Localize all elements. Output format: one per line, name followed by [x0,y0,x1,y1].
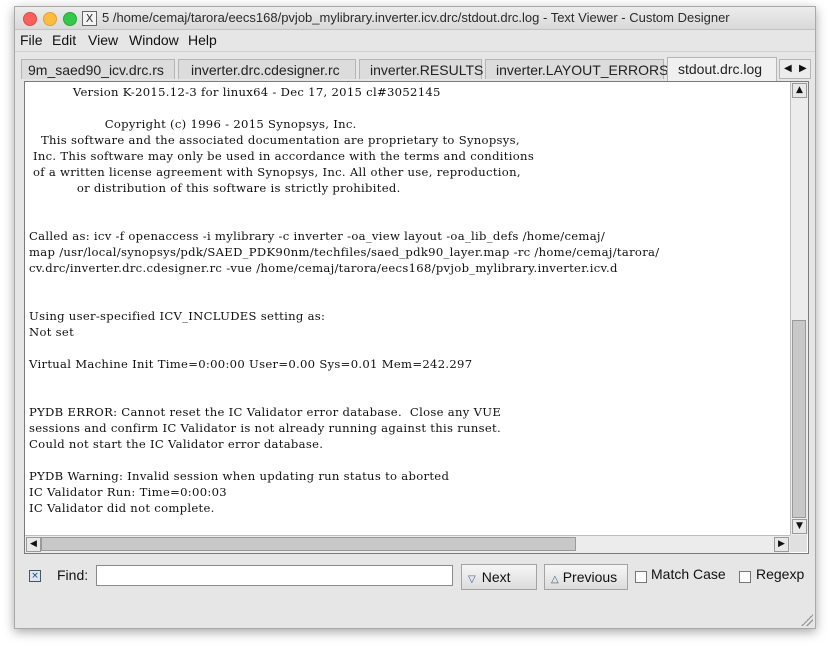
tab-saed90-icv-drc-rs[interactable]: 9m_saed90_icv.drc.rs [21,59,175,79]
scroll-down-icon[interactable]: ▼ [792,519,807,534]
close-find-icon[interactable]: × [29,570,41,582]
scroll-left-icon[interactable]: ◀ [26,537,41,552]
menu-window[interactable]: Window [129,32,179,48]
log-line: sessions and confirm IC Validator is not… [29,421,501,435]
chevron-down-icon: ▽ [468,574,476,585]
x11-app-icon: X [82,11,97,26]
log-line: Called as: icv -f openaccess -i mylibrar… [29,229,606,243]
chevron-up-icon: △ [551,574,559,585]
tab-inverter-drc-cdesigner-rc[interactable]: inverter.drc.cdesigner.rc [178,59,356,79]
menu-view[interactable]: View [88,32,118,48]
log-line: Using user-specified ICV_INCLUDES settin… [29,309,326,323]
menu-file[interactable]: File [20,32,43,48]
log-line: cv.drc/inverter.drc.cdesigner.rc -vue /h… [29,261,618,275]
next-button-label: Next [481,569,511,585]
vertical-scroll-thumb[interactable] [792,320,806,518]
log-line: Virtual Machine Init Time=0:00:00 User=0… [29,357,473,371]
log-line: This software and the associated documen… [29,133,520,147]
tab-scroll-right-icon[interactable]: ▶ [799,63,807,74]
scroll-up-icon[interactable]: ▲ [792,83,807,98]
file-tab-bar: 9m_saed90_icv.drc.rs inverter.drc.cdesig… [21,57,811,81]
log-line: PYDB Warning: Invalid session when updat… [29,469,450,483]
horizontal-scrollbar[interactable]: ◀ ▶ [25,535,790,553]
log-line: or distribution of this software is stri… [29,181,401,195]
resize-grip-icon[interactable] [801,614,813,626]
log-line: Inc. This software may only be used in a… [29,149,535,163]
tab-inverter-results[interactable]: inverter.RESULTS [359,59,483,79]
find-bar: × Find: ▽ Next △ Previous Match Case Regex… [15,555,815,595]
next-button[interactable]: ▽ Next [461,564,537,590]
horizontal-scroll-thumb[interactable] [41,537,576,551]
find-input[interactable] [96,565,453,586]
log-line: PYDB ERROR: Cannot reset the IC Validato… [29,405,502,419]
log-line: map /usr/local/synopsys/pdk/SAED_PDK90nm… [29,245,660,259]
scrollbar-corner [790,535,807,552]
menu-help[interactable]: Help [188,32,217,48]
tab-inverter-layout-errors[interactable]: inverter.LAYOUT_ERRORS [485,59,668,79]
log-line: Version K-2015.12-3 for linux64 - Dec 17… [29,85,441,99]
match-case-checkbox[interactable] [635,571,647,583]
vertical-scrollbar[interactable]: ▲ ▼ [790,82,808,535]
log-text-panel: Version K-2015.12-3 for linux64 - Dec 17… [24,81,809,554]
window-title: 5 /home/cemaj/tarora/eecs168/pvjob_mylib… [102,10,730,25]
tab-stdout-drc-log[interactable]: stdout.drc.log [667,57,777,81]
match-case-label[interactable]: Match Case [651,566,726,582]
previous-button[interactable]: △ Previous [544,564,628,590]
log-line: Not set [29,325,75,339]
menu-bar: File Edit View Window Help [15,29,815,52]
log-text-area[interactable]: Version K-2015.12-3 for linux64 - Dec 17… [25,82,790,535]
log-line: Could not start the IC Validator error d… [29,437,324,451]
close-window-button[interactable] [23,12,37,26]
log-line: IC Validator Run: Time=0:00:03 [29,485,227,499]
log-line: IC Validator did not complete. [29,501,215,515]
scroll-right-icon[interactable]: ▶ [774,537,789,552]
log-line: Copyright (c) 1996 - 2015 Synopsys, Inc. [29,117,357,131]
text-viewer-window: X 5 /home/cemaj/tarora/eecs168/pvjob_myl… [14,6,816,629]
find-label: Find: [57,567,89,583]
previous-button-label: Previous [562,569,618,585]
regexp-label[interactable]: Regexp [756,566,804,582]
maximize-window-button[interactable] [63,12,77,26]
menu-edit[interactable]: Edit [52,32,76,48]
log-line: of a written license agreement with Syno… [29,165,521,179]
tab-scroll-arrows: ◀ ▶ [779,59,811,79]
title-bar[interactable]: X 5 /home/cemaj/tarora/eecs168/pvjob_myl… [15,7,815,30]
regexp-checkbox[interactable] [739,571,751,583]
tab-scroll-left-icon[interactable]: ◀ [784,63,792,74]
minimize-window-button[interactable] [43,12,57,26]
